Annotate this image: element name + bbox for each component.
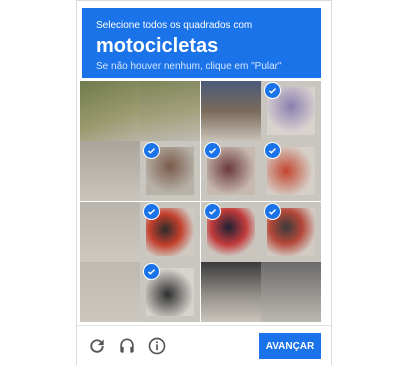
captcha-header: Selecione todos os quadrados com motocic…: [82, 8, 321, 78]
target-label: motocicletas: [96, 35, 219, 57]
grid-tile[interactable]: [80, 201, 140, 262]
tile-image: [80, 201, 140, 262]
grid-tile[interactable]: [140, 201, 201, 262]
headphones-icon[interactable]: [117, 336, 137, 356]
image-grid: [80, 81, 321, 322]
grid-tile[interactable]: [260, 81, 321, 141]
tile-image: [80, 141, 140, 202]
tile-image: [200, 81, 261, 141]
grid-tile[interactable]: [260, 201, 321, 262]
tile-image: [140, 81, 201, 141]
checkmark-icon: [203, 202, 221, 220]
verify-button[interactable]: AVANÇAR: [259, 333, 321, 359]
grid-tile[interactable]: [200, 201, 261, 262]
grid-tile[interactable]: [200, 141, 261, 202]
checkmark-icon: [263, 202, 281, 220]
reload-icon[interactable]: [87, 336, 107, 356]
tile-image: [80, 81, 140, 141]
grid-tile[interactable]: [260, 261, 321, 322]
instruction-text: Selecione todos os quadrados com: [96, 20, 253, 31]
skip-hint: Se não houver nenhum, clique em "Pular": [96, 61, 282, 72]
tile-image: [260, 261, 321, 322]
grid-tile[interactable]: [80, 261, 140, 322]
grid-tile[interactable]: [140, 261, 201, 322]
grid-tile[interactable]: [200, 261, 261, 322]
grid-tile[interactable]: [200, 81, 261, 141]
info-icon[interactable]: [147, 336, 167, 356]
grid-tile[interactable]: [140, 81, 201, 141]
captcha-footer: AVANÇAR: [77, 325, 331, 365]
grid-tile[interactable]: [260, 141, 321, 202]
grid-tile[interactable]: [80, 141, 140, 202]
tile-image: [80, 261, 140, 322]
grid-tile[interactable]: [140, 141, 201, 202]
checkmark-icon: [263, 82, 281, 99]
grid-tile[interactable]: [80, 81, 140, 141]
checkmark-icon: [143, 202, 161, 220]
checkmark-icon: [203, 142, 221, 160]
tile-image: [200, 261, 261, 322]
